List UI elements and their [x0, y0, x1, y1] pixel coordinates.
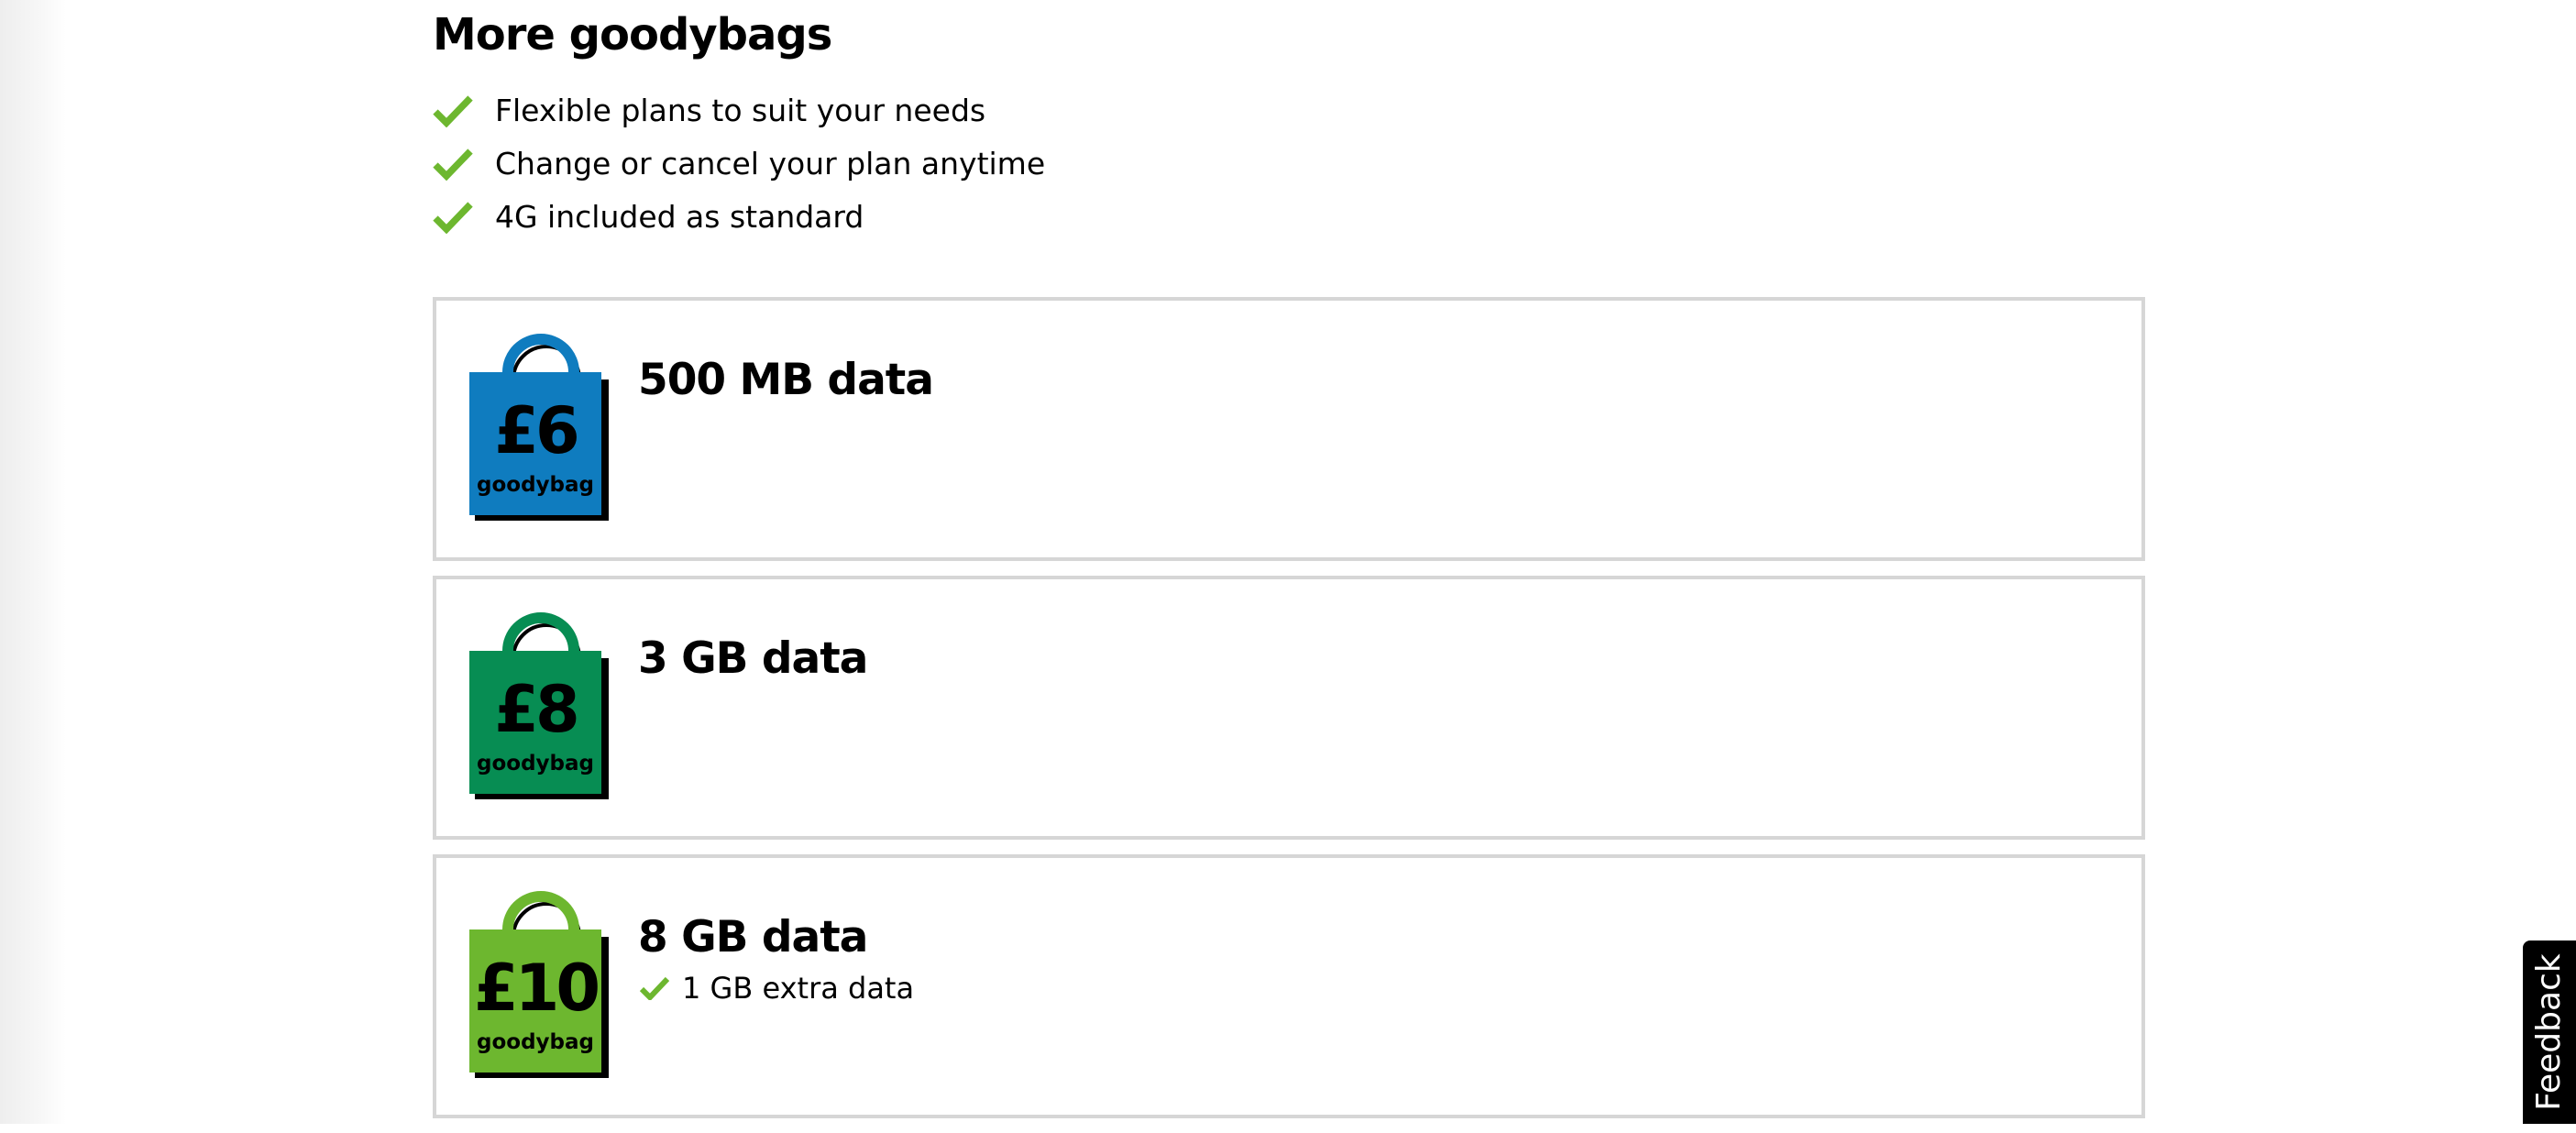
- plan-card-500mb[interactable]: £6 goodybag 500 MB data: [433, 297, 2145, 561]
- checkmark-icon: [639, 976, 670, 1002]
- goodybag-label: goodybag: [477, 752, 594, 776]
- plan-price: £6: [494, 393, 579, 468]
- plan-extra-text: 1 GB extra data: [682, 971, 915, 1006]
- benefit-item: 4G included as standard: [433, 191, 1045, 244]
- plan-price: £10: [473, 951, 600, 1026]
- feedback-button[interactable]: Feedback: [2523, 940, 2576, 1124]
- benefit-text: Change or cancel your plan anytime: [495, 146, 1046, 182]
- plan-card-3gb[interactable]: £8 goodybag 3 GB data: [433, 576, 2145, 840]
- checkmark-icon: [433, 148, 473, 181]
- plan-extras-list: 1 GB extra data: [639, 970, 915, 1006]
- goodybag-label: goodybag: [477, 1030, 594, 1054]
- checkmark-icon: [433, 94, 473, 127]
- benefit-item: Flexible plans to suit your needs: [433, 84, 1045, 138]
- plan-price: £8: [494, 672, 579, 747]
- section-title: More goodybags: [433, 9, 832, 60]
- benefit-text: 4G included as standard: [495, 199, 864, 235]
- feedback-label: Feedback: [2530, 953, 2568, 1111]
- plan-title: 8 GB data: [638, 912, 868, 962]
- goodybag-icon: £10 goodybag: [469, 891, 612, 1080]
- left-edge-shadow: [0, 0, 66, 1124]
- goodybag-icon: £8 goodybag: [469, 612, 612, 801]
- checkmark-icon: [433, 201, 473, 234]
- plan-extra-item: 1 GB extra data: [639, 970, 915, 1006]
- plan-title: 500 MB data: [638, 355, 934, 405]
- plan-card-8gb[interactable]: £10 goodybag 8 GB data 1 GB extra data: [433, 854, 2145, 1118]
- goodybag-icon: £6 goodybag: [469, 334, 612, 522]
- plans-list: £6 goodybag 500 MB data £8 goodybag 3 GB…: [433, 297, 2145, 1133]
- benefit-text: Flexible plans to suit your needs: [495, 93, 986, 128]
- plan-title: 3 GB data: [638, 633, 868, 684]
- goodybag-label: goodybag: [477, 473, 594, 497]
- benefits-list: Flexible plans to suit your needs Change…: [433, 84, 1045, 244]
- benefit-item: Change or cancel your plan anytime: [433, 138, 1045, 191]
